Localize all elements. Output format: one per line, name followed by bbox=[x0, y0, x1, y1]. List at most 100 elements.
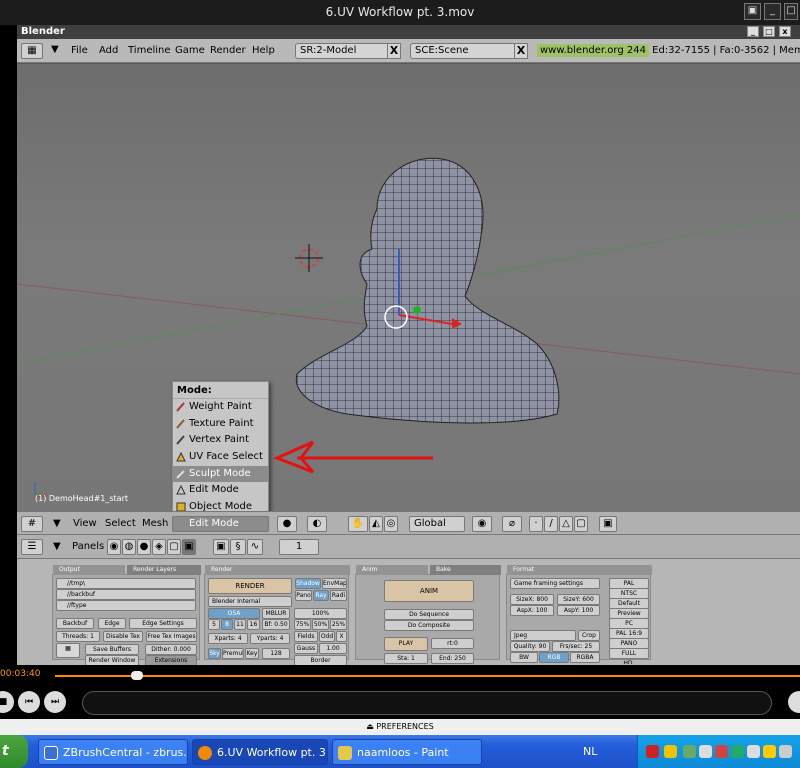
menu-file[interactable]: File bbox=[71, 45, 88, 56]
play-button[interactable]: PLAY bbox=[384, 637, 428, 651]
screen-close-button[interactable]: X bbox=[387, 43, 401, 59]
ray-toggle[interactable]: Ray bbox=[313, 590, 329, 601]
frame-field[interactable]: 1 bbox=[279, 539, 319, 555]
aspx-field[interactable]: AspX: 100 bbox=[510, 605, 554, 616]
menu-timeline[interactable]: Timeline bbox=[128, 45, 171, 56]
screen-field[interactable]: SR:2-Model bbox=[295, 43, 395, 59]
window-menu-button[interactable]: ▣ bbox=[744, 3, 761, 20]
size-100-button[interactable]: 100% bbox=[294, 608, 347, 619]
key-toggle[interactable]: Key bbox=[245, 648, 259, 659]
osa-toggle[interactable]: OSA bbox=[208, 608, 260, 619]
preferences-icon[interactable]: ⏏ bbox=[366, 722, 376, 731]
start-button[interactable]: t bbox=[0, 735, 28, 768]
game-framing-button[interactable]: Game framing settings bbox=[510, 578, 600, 589]
edge-select-icon[interactable]: / bbox=[544, 516, 558, 532]
premul-toggle[interactable]: Premul bbox=[222, 648, 244, 659]
sound-buttons-icon[interactable]: § bbox=[230, 539, 246, 555]
path-ftype[interactable]: //ftype bbox=[56, 600, 196, 611]
sizey-field[interactable]: SizeY: 600 bbox=[557, 594, 600, 605]
menu-item-edit-mode[interactable]: Edit Mode bbox=[173, 482, 268, 499]
dither-field[interactable]: Dither: 0.000 bbox=[145, 644, 197, 655]
rgba-toggle[interactable]: RGBA bbox=[570, 652, 600, 663]
size-50-button[interactable]: 50% bbox=[312, 619, 329, 630]
dispview-grid-icon[interactable]: ▦ bbox=[56, 643, 80, 658]
menu-item-sculpt-mode[interactable]: Sculpt Mode bbox=[173, 465, 268, 483]
scale-icon[interactable]: ◎ bbox=[384, 516, 398, 532]
menu-item-uv-face-select[interactable]: UV Face Select bbox=[173, 449, 268, 466]
tools-icon[interactable] bbox=[715, 745, 728, 758]
anim-button[interactable]: ANIM bbox=[384, 580, 474, 602]
menu-add[interactable]: Add bbox=[99, 45, 118, 56]
view-type-icon[interactable]: # bbox=[21, 516, 43, 532]
render-window-select[interactable]: Render Window bbox=[85, 655, 139, 665]
shield-icon[interactable] bbox=[664, 745, 677, 758]
network-icon[interactable] bbox=[683, 745, 696, 758]
edge-toggle[interactable]: Edge bbox=[98, 618, 126, 629]
forward-icon[interactable]: ⏭ bbox=[44, 691, 66, 713]
task-paint[interactable]: naamloos - Paint bbox=[332, 739, 482, 765]
menu-item-texture-paint[interactable]: Texture Paint bbox=[173, 416, 268, 433]
3d-viewport[interactable]: (1) DemoHead#1_start bbox=[17, 64, 800, 511]
menu-render[interactable]: Render bbox=[210, 45, 246, 56]
codec-select[interactable]: Jpeg bbox=[510, 630, 576, 641]
odd-toggle[interactable]: Odd bbox=[319, 631, 335, 642]
window-type-icon[interactable]: ▦ bbox=[21, 43, 43, 59]
engine-select[interactable]: Blender Internal bbox=[208, 596, 292, 607]
tab-format[interactable]: Format bbox=[507, 565, 652, 575]
logic-icon[interactable]: ◉ bbox=[107, 539, 121, 555]
pano-toggle[interactable]: Pano bbox=[295, 590, 312, 601]
blender-close-icon[interactable]: x bbox=[779, 26, 791, 37]
render-buttons-icon[interactable]: ▣ bbox=[213, 539, 229, 555]
osa-5[interactable]: 5 bbox=[208, 619, 220, 630]
menu-game[interactable]: Game bbox=[175, 45, 205, 56]
rewind-icon[interactable]: ⏮ bbox=[18, 691, 40, 713]
task-quicktime[interactable]: 6.UV Workflow pt. 3.... bbox=[192, 739, 328, 765]
aspy-field[interactable]: AspY: 100 bbox=[557, 605, 600, 616]
xparts-field[interactable]: Xparts: 4 bbox=[208, 633, 248, 644]
quality-field[interactable]: Quality: 90 bbox=[510, 641, 550, 652]
fields-toggle[interactable]: Fields bbox=[294, 631, 318, 642]
mblur-toggle[interactable]: MBLUR bbox=[262, 608, 290, 619]
vertex-select-icon[interactable]: · bbox=[529, 516, 543, 532]
gauss-value-field[interactable]: 1.00 bbox=[319, 643, 347, 654]
grab-icon[interactable]: ✋ bbox=[348, 516, 368, 532]
radi-toggle[interactable]: Radi bbox=[330, 590, 347, 601]
rotate-icon[interactable]: ◭ bbox=[369, 516, 383, 532]
osa-11[interactable]: 11 bbox=[234, 619, 246, 630]
render-preview-icon[interactable]: ▣ bbox=[599, 516, 617, 532]
panels-menu[interactable]: Panels bbox=[72, 541, 104, 552]
tab-anim[interactable]: Anim bbox=[356, 565, 428, 575]
rt-field[interactable]: rt:0 bbox=[431, 638, 474, 649]
render-button[interactable]: RENDER bbox=[208, 578, 292, 594]
menu-item-weight-paint[interactable]: Weight Paint bbox=[173, 399, 268, 416]
x-toggle[interactable]: X bbox=[336, 631, 347, 642]
osa-16[interactable]: 16 bbox=[247, 619, 260, 630]
do-sequence-toggle[interactable]: Do Sequence bbox=[384, 609, 474, 620]
scene-panel-icon[interactable]: ▣ bbox=[182, 539, 196, 555]
menu-item-vertex-paint[interactable]: Vertex Paint bbox=[173, 432, 268, 449]
threads-field[interactable]: Threads: 1 bbox=[56, 631, 100, 642]
crop-toggle[interactable]: Crop bbox=[578, 630, 600, 641]
disable-tex-toggle[interactable]: Disable Tex bbox=[103, 631, 143, 642]
bw-toggle[interactable]: BW bbox=[510, 652, 538, 663]
settings-icon[interactable] bbox=[699, 745, 712, 758]
osa-8[interactable]: 8 bbox=[221, 619, 233, 630]
minimize-button[interactable]: _ bbox=[764, 3, 781, 20]
blender-maximize-icon[interactable]: □ bbox=[763, 26, 775, 37]
buttons-type-icon[interactable]: ☰ bbox=[21, 539, 43, 555]
envmap-toggle[interactable]: EnvMap bbox=[322, 578, 347, 589]
do-composite-toggle[interactable]: Do Composite bbox=[384, 620, 474, 631]
sizex-field[interactable]: SizeX: 800 bbox=[510, 594, 554, 605]
menu-help[interactable]: Help bbox=[252, 45, 275, 56]
messenger-icon[interactable] bbox=[763, 745, 776, 758]
display-icon[interactable] bbox=[779, 745, 792, 758]
language-indicator[interactable]: NL bbox=[583, 745, 597, 758]
face-select-icon[interactable]: △ bbox=[559, 516, 573, 532]
object-panel-icon[interactable]: ◈ bbox=[152, 539, 166, 555]
fps-field[interactable]: Frs/sec: 25 bbox=[552, 641, 600, 652]
sky-toggle[interactable]: Sky bbox=[208, 648, 221, 659]
fraps-icon[interactable] bbox=[646, 745, 659, 758]
tab-render[interactable]: Render bbox=[205, 565, 350, 575]
maximize-button[interactable]: □ bbox=[784, 3, 798, 20]
orientation-select[interactable]: Global bbox=[409, 516, 465, 532]
